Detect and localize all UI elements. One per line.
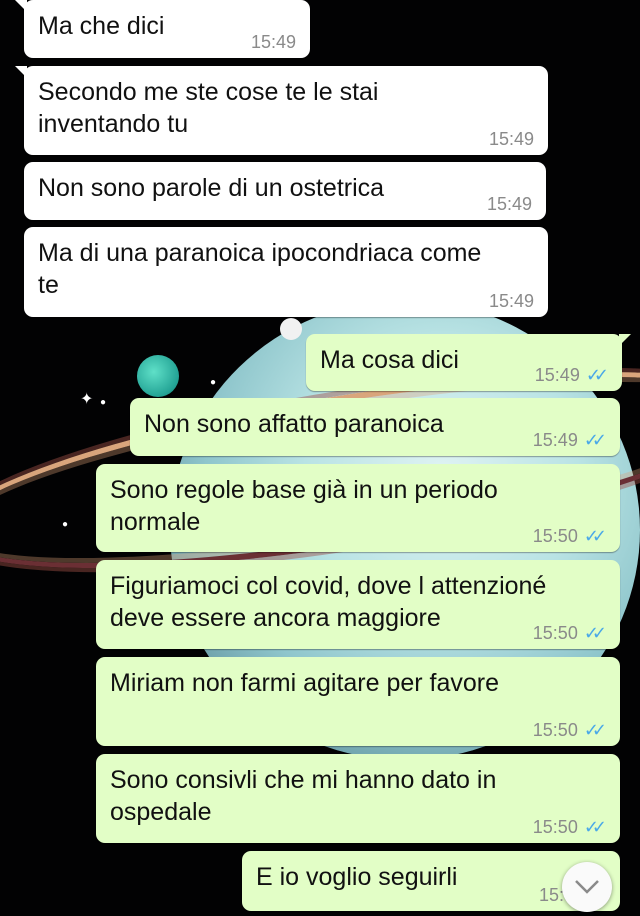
bubble-tail <box>15 0 27 12</box>
message-text: Sono regole base già in un periodo norma… <box>110 476 498 536</box>
message-time: 15:50 <box>532 526 578 546</box>
message-time: 15:50 <box>532 817 578 837</box>
message-bubble-incoming[interactable]: Secondo me ste cose te le stai inventand… <box>15 66 548 155</box>
star-icon: ● <box>100 397 107 408</box>
message-meta: 15:50 ✓✓ <box>532 623 607 643</box>
star-icon: ✦ <box>80 391 94 408</box>
message-meta: 15:50 ✓✓ <box>532 817 607 837</box>
star-icon: ● <box>210 377 217 388</box>
message-time: 15:49 <box>250 32 296 52</box>
moon-decoration <box>137 355 179 397</box>
chat-screen: ✦ ● ● ● ● Ma che dici 15:49 Secondo me s… <box>0 0 640 916</box>
message-meta: 15:50 ✓✓ <box>532 720 607 740</box>
message-meta: 15:49 <box>251 32 296 52</box>
message-text: Non sono parole di un ostetrica <box>38 174 385 202</box>
message-meta: 15:49 <box>489 291 534 311</box>
message-bubble-outgoing[interactable]: Figuriamoci col covid, dove l attenzioné… <box>96 560 620 649</box>
message-bubble-outgoing[interactable]: Sono regole base già in un periodo norma… <box>96 464 620 552</box>
message-text: Secondo me ste cose te le stai inventand… <box>38 78 379 138</box>
message-text: Miriam non farmi agitare per favore <box>110 669 500 697</box>
message-meta: 15:49 ✓✓ <box>532 430 607 450</box>
message-text: Sono consivli che mi hanno dato in osped… <box>110 766 497 826</box>
message-time: 15:49 <box>532 430 578 450</box>
read-receipt-icon: ✓✓ <box>583 720 607 740</box>
message-bubble-incoming[interactable]: Ma che dici 15:49 <box>15 0 310 58</box>
message-meta: 15:49 <box>489 129 534 149</box>
message-text: Figuriamoci col covid, dove l attenzioné… <box>110 572 547 632</box>
message-meta: 15:49 ✓✓ <box>534 365 609 385</box>
read-receipt-icon: ✓✓ <box>585 365 609 385</box>
message-bubble-incoming[interactable]: Non sono parole di un ostetrica 15:49 <box>24 162 546 220</box>
read-receipt-icon: ✓✓ <box>583 430 607 450</box>
bubble-tail <box>15 66 27 78</box>
message-time: 15:50 <box>532 623 578 643</box>
message-bubble-outgoing[interactable]: Non sono affatto paranoica 15:49 ✓✓ <box>130 398 620 456</box>
bubble-tail <box>619 334 631 346</box>
scroll-to-bottom-button[interactable] <box>562 862 612 912</box>
read-receipt-icon: ✓✓ <box>583 817 607 837</box>
message-bubble-outgoing[interactable]: Miriam non farmi agitare per favore 15:5… <box>96 657 620 746</box>
crescent-decoration <box>280 318 302 340</box>
message-meta: 15:50 ✓✓ <box>532 526 607 546</box>
message-time: 15:49 <box>488 129 534 149</box>
message-time: 15:50 <box>532 720 578 740</box>
message-time: 15:49 <box>486 194 532 214</box>
read-receipt-icon: ✓✓ <box>583 623 607 643</box>
chevron-down-icon <box>575 880 599 894</box>
star-icon: ● <box>62 519 69 530</box>
message-bubble-outgoing[interactable]: Ma cosa dici 15:49 ✓✓ <box>306 334 631 391</box>
message-meta: 15:49 <box>487 194 532 214</box>
message-time: 15:49 <box>534 365 580 385</box>
message-text: Ma di una paranoica ipocondriaca come te <box>38 239 482 299</box>
message-bubble-outgoing[interactable]: Sono consivli che mi hanno dato in osped… <box>96 754 620 843</box>
message-time: 15:49 <box>488 291 534 311</box>
message-bubble-incoming[interactable]: Ma di una paranoica ipocondriaca come te… <box>24 227 548 317</box>
read-receipt-icon: ✓✓ <box>583 526 607 546</box>
